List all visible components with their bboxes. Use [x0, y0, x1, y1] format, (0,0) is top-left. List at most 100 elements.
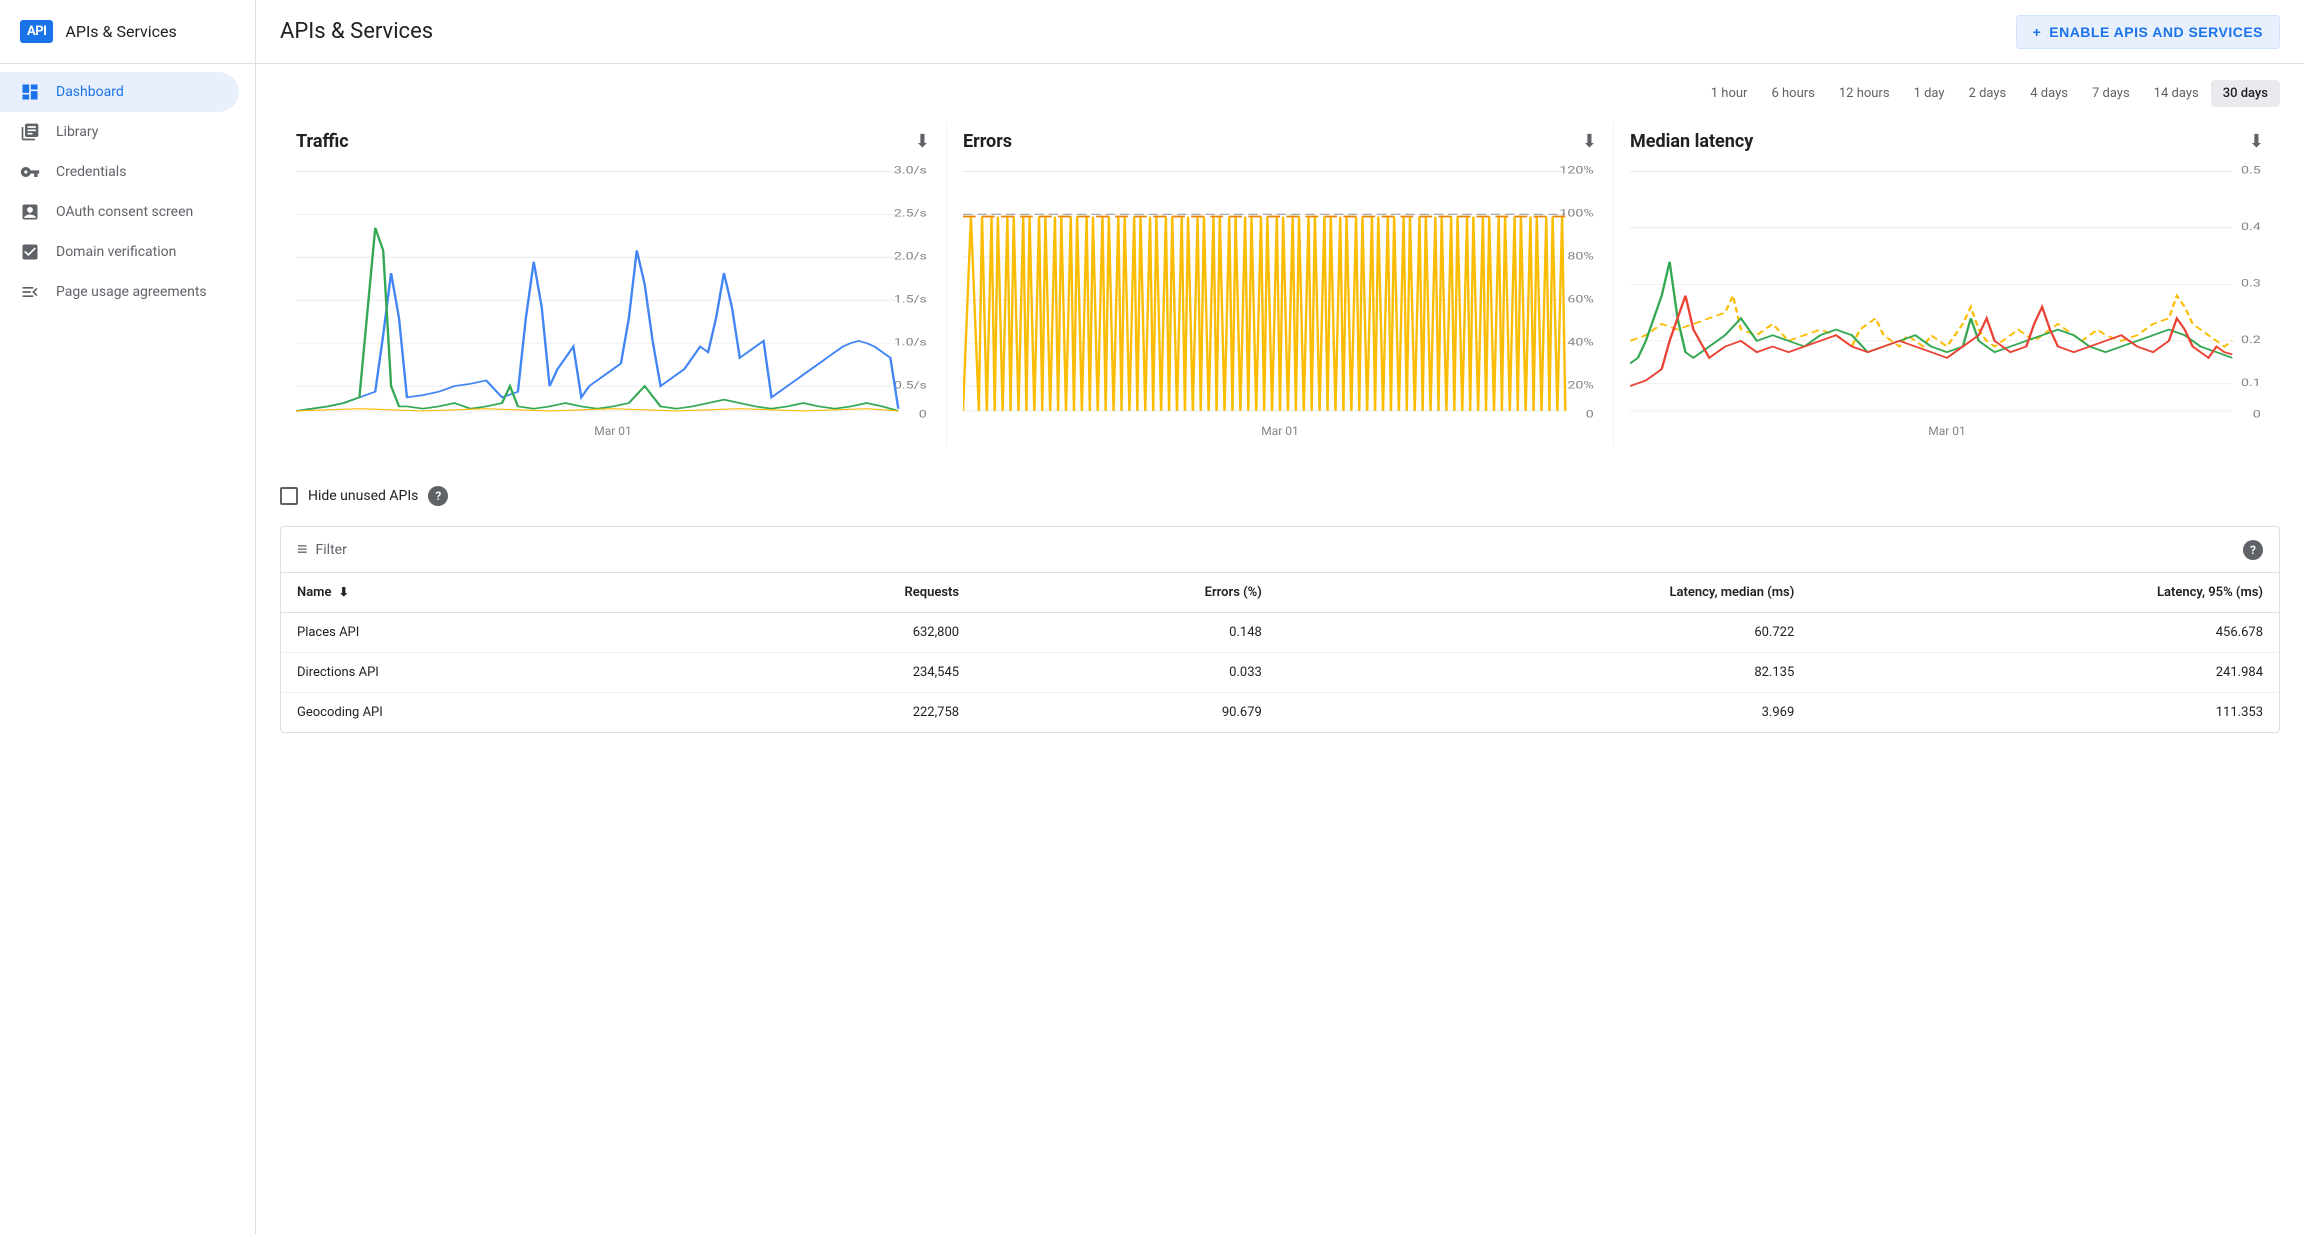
filter-icon: ≡ — [297, 539, 308, 560]
page-usage-icon — [20, 282, 40, 302]
cell-errors: 90.679 — [975, 693, 1278, 733]
table-row: Geocoding API 222,758 90.679 3.969 111.3… — [281, 693, 2279, 733]
time-filter-bar: 1 hour 6 hours 12 hours 1 day 2 days 4 d… — [256, 64, 2304, 115]
table-filter-button[interactable]: ≡ Filter — [297, 539, 347, 560]
errors-chart-card: Errors ⬇ 120% 100% 80% 60% 40% 20% 0 — [947, 123, 1614, 446]
cell-latency-95: 111.353 — [1810, 693, 2279, 733]
svg-text:0: 0 — [1586, 410, 1594, 420]
svg-text:80%: 80% — [1567, 251, 1593, 262]
svg-text:40%: 40% — [1567, 337, 1593, 348]
latency-chart-svg: 0.5 0.4 0.3 0.2 0.1 0 — [1630, 160, 2264, 420]
errors-chart-body: 120% 100% 80% 60% 40% 20% 0 — [963, 160, 1597, 420]
cell-requests: 632,800 — [681, 613, 975, 653]
sidebar-item-dashboard[interactable]: Dashboard — [0, 72, 239, 112]
col-errors: Errors (%) — [975, 573, 1278, 613]
dashboard-label: Dashboard — [56, 84, 124, 100]
oauth-icon — [20, 202, 40, 222]
time-filter-12hours[interactable]: 12 hours — [1827, 80, 1902, 107]
oauth-label: OAuth consent screen — [56, 204, 193, 220]
traffic-x-label: Mar 01 — [296, 424, 930, 438]
traffic-download-icon[interactable]: ⬇ — [915, 131, 930, 152]
cell-errors: 0.148 — [975, 613, 1278, 653]
svg-text:0: 0 — [2253, 410, 2261, 420]
time-filter-6hours[interactable]: 6 hours — [1759, 80, 1826, 107]
errors-chart-title: Errors — [963, 131, 1012, 152]
main-content: APIs & Services + ENABLE APIS AND SERVIC… — [256, 0, 2304, 1234]
traffic-chart-body: 3.0/s 2.5/s 2.0/s 1.5/s 1.0/s 0.5/s 0 — [296, 160, 930, 420]
latency-x-label: Mar 01 — [1630, 424, 2264, 438]
cell-latency-median: 60.722 — [1278, 613, 1810, 653]
col-requests: Requests — [681, 573, 975, 613]
traffic-chart-card: Traffic ⬇ 3.0/s 2.5/s 2.0/s 1.5/s 1.0/s … — [280, 123, 947, 446]
filter-label: Filter — [316, 542, 347, 558]
svg-text:0.1: 0.1 — [2241, 378, 2261, 389]
latency-download-icon[interactable]: ⬇ — [2249, 131, 2264, 152]
svg-text:20%: 20% — [1567, 380, 1593, 391]
svg-text:0: 0 — [919, 410, 927, 420]
sidebar-item-page-usage[interactable]: Page usage agreements — [0, 272, 239, 312]
errors-chart-header: Errors ⬇ — [963, 131, 1597, 152]
credentials-label: Credentials — [56, 164, 126, 180]
errors-download-icon[interactable]: ⬇ — [1582, 131, 1597, 152]
cell-name: Places API — [281, 613, 681, 653]
domain-label: Domain verification — [56, 244, 176, 260]
hide-unused-checkbox[interactable] — [280, 487, 298, 505]
table-header-row: Name ⬇ Requests Errors (%) Latency, medi… — [281, 573, 2279, 613]
api-table: Name ⬇ Requests Errors (%) Latency, medi… — [281, 573, 2279, 732]
sidebar-item-oauth[interactable]: OAuth consent screen — [0, 192, 239, 232]
latency-chart-card: Median latency ⬇ 0.5 0.4 0.3 0.2 0.1 0 — [1614, 123, 2280, 446]
api-table-body: Places API 632,800 0.148 60.722 456.678 … — [281, 613, 2279, 733]
sidebar-item-domain[interactable]: Domain verification — [0, 232, 239, 272]
time-filter-2days[interactable]: 2 days — [1957, 80, 2019, 107]
time-filter-1day[interactable]: 1 day — [1902, 80, 1957, 107]
cell-latency-95: 241.984 — [1810, 653, 2279, 693]
page-title: APIs & Services — [280, 19, 1992, 44]
latency-chart-header: Median latency ⬇ — [1630, 131, 2264, 152]
enable-button-label: ENABLE APIS AND SERVICES — [2049, 24, 2263, 40]
bottom-section: Hide unused APIs ? ≡ Filter ? Name ⬇ — [256, 470, 2304, 749]
traffic-chart-svg: 3.0/s 2.5/s 2.0/s 1.5/s 1.0/s 0.5/s 0 — [296, 160, 930, 420]
sidebar-nav: Dashboard Library Credentials OAuth cons… — [0, 64, 255, 320]
dashboard-icon — [20, 82, 40, 102]
hide-unused-help-icon[interactable]: ? — [428, 486, 448, 506]
cell-latency-median: 82.135 — [1278, 653, 1810, 693]
time-filter-7days[interactable]: 7 days — [2080, 80, 2142, 107]
table-filter-row: ≡ Filter ? — [281, 527, 2279, 573]
svg-text:60%: 60% — [1567, 294, 1593, 305]
svg-text:0.5/s: 0.5/s — [894, 380, 927, 391]
hide-unused-label: Hide unused APIs — [308, 488, 418, 504]
cell-name: Directions API — [281, 653, 681, 693]
credentials-icon — [20, 162, 40, 182]
table-row: Directions API 234,545 0.033 82.135 241.… — [281, 653, 2279, 693]
svg-text:3.0/s: 3.0/s — [894, 165, 927, 176]
col-latency-median: Latency, median (ms) — [1278, 573, 1810, 613]
sidebar-item-library[interactable]: Library — [0, 112, 239, 152]
sidebar-title: APIs & Services — [65, 22, 176, 41]
table-help-icon[interactable]: ? — [2243, 540, 2263, 560]
svg-text:0.4: 0.4 — [2241, 222, 2261, 233]
cell-requests: 234,545 — [681, 653, 975, 693]
table-row: Places API 632,800 0.148 60.722 456.678 — [281, 613, 2279, 653]
api-table-container: ≡ Filter ? Name ⬇ Requests Errors (%) La… — [280, 526, 2280, 733]
time-filter-1hour[interactable]: 1 hour — [1699, 80, 1760, 107]
latency-chart-body: 0.5 0.4 0.3 0.2 0.1 0 — [1630, 160, 2264, 420]
library-icon — [20, 122, 40, 142]
errors-chart-svg: 120% 100% 80% 60% 40% 20% 0 — [963, 160, 1597, 420]
errors-x-label: Mar 01 — [963, 424, 1597, 438]
hide-unused-row: Hide unused APIs ? — [280, 486, 2280, 506]
time-filter-14days[interactable]: 14 days — [2142, 80, 2211, 107]
svg-text:2.5/s: 2.5/s — [894, 208, 927, 219]
svg-text:2.0/s: 2.0/s — [894, 251, 927, 262]
cell-requests: 222,758 — [681, 693, 975, 733]
svg-text:0.2: 0.2 — [2241, 335, 2261, 346]
time-filter-4days[interactable]: 4 days — [2018, 80, 2080, 107]
time-filter-30days[interactable]: 30 days — [2211, 80, 2280, 107]
cell-name: Geocoding API — [281, 693, 681, 733]
api-logo: API — [20, 20, 53, 43]
enable-apis-button[interactable]: + ENABLE APIS AND SERVICES — [2016, 15, 2280, 49]
cell-errors: 0.033 — [975, 653, 1278, 693]
traffic-chart-title: Traffic — [296, 131, 349, 152]
sidebar-item-credentials[interactable]: Credentials — [0, 152, 239, 192]
svg-text:1.5/s: 1.5/s — [894, 294, 927, 305]
traffic-chart-header: Traffic ⬇ — [296, 131, 930, 152]
